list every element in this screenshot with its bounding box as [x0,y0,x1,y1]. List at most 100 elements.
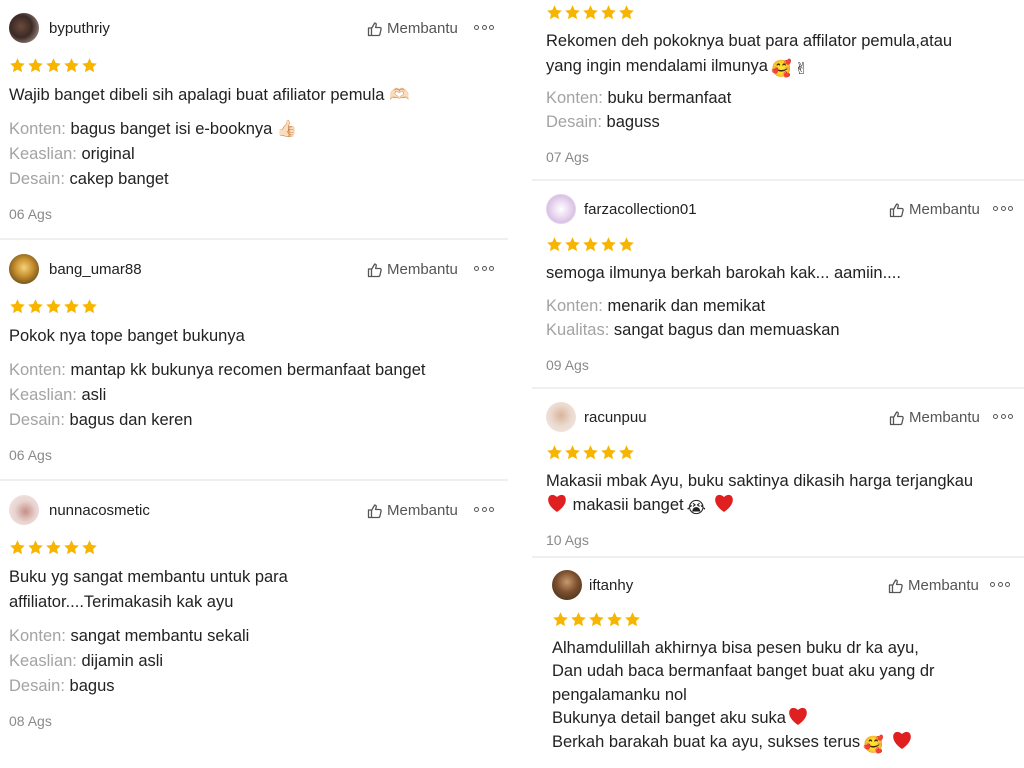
reviewer-username[interactable]: nunnacosmetic [49,502,150,519]
helpful-button[interactable]: Membantu [889,409,980,426]
star-icon [547,237,562,252]
review-attribute: Konten: sangat membantu sekali [9,624,249,648]
helpful-label: Membantu [387,261,458,278]
star-icon [601,445,616,460]
more-options-icon[interactable] [993,408,1013,424]
attribute-key: Desain: [9,677,65,695]
star-rating [546,236,635,253]
attribute-value: dijamin asli [81,652,164,670]
attribute-key: Desain: [546,113,602,131]
more-options-icon[interactable] [474,19,494,35]
star-icon [28,58,43,73]
star-rating [546,4,635,21]
review-text: Bukunya detail banget aku suka [552,706,809,733]
avatar[interactable] [546,194,576,224]
review-header: nunnacosmetic Membantu [0,495,508,539]
thumbs-up-icon [889,410,904,425]
star-icon [82,58,97,73]
reviewer-username[interactable]: farzacollection01 [584,201,697,218]
star-icon [64,299,79,314]
attribute-value: mantap kk bukunya recomen bermanfaat ban… [70,361,426,379]
star-icon [64,58,79,73]
review-date: 10 Ags [546,532,589,548]
avatar[interactable] [552,570,582,600]
attribute-value: buku bermanfaat [607,89,732,107]
review-attribute: Keaslian: original [9,142,135,166]
attribute-value: bagus dan keren [69,411,193,429]
star-icon [583,5,598,20]
star-icon [625,612,640,627]
attribute-value: menarik dan memikat [607,297,766,315]
review-header: iftanhy Membantu [532,570,1024,614]
star-icon [547,445,562,460]
helpful-button[interactable]: Membantu [888,577,979,594]
attribute-value: sangat bagus dan memuaskan [613,321,840,339]
reviewer-username[interactable]: iftanhy [589,577,633,594]
review-text-content: Bukunya detail banget aku suka [552,709,786,727]
star-rating [546,444,635,461]
helpful-button[interactable]: Membantu [367,20,458,37]
star-icon [46,540,61,555]
more-options-icon[interactable] [474,260,494,276]
reviewer-username[interactable]: bang_umar88 [49,261,142,278]
review-text: yang ingin mendalami ilmunya 🥰 ✌ [546,54,808,81]
attribute-key: Keaslian: [9,145,77,163]
more-options-icon[interactable] [993,200,1013,216]
star-icon [607,612,622,627]
heart-icon [787,706,809,733]
review-attribute: Keaslian: asli [9,383,106,407]
review-divider [532,179,1024,181]
attribute-value: baguss [606,113,660,131]
reviewer-username[interactable]: byputhriy [49,20,110,37]
avatar[interactable] [9,254,39,284]
avatar[interactable] [546,402,576,432]
attribute-value: bagus [69,677,115,695]
star-icon [28,299,43,314]
review-text: Alhamdulillah akhirnya bisa pesen buku d… [552,639,919,657]
helpful-button[interactable]: Membantu [367,261,458,278]
review-text-content: Berkah barakah buat ka ayu, sukses terus [552,733,861,751]
avatar[interactable] [9,13,39,43]
star-icon [589,612,604,627]
review-text-content: makasii banget [572,496,684,514]
review-text: semoga ilmunya berkah barokah kak... aam… [546,264,901,282]
crying-face-emoji: 😭 [686,499,706,517]
heart-icon [891,730,913,757]
review-text: makasii banget 😭 [546,493,735,520]
victory-hand-emoji: ✌ [794,60,809,78]
review-attribute: Konten: buku bermanfaat [546,86,731,110]
star-rating [9,57,98,74]
thumbs-up-icon [889,202,904,217]
heart-icon [713,493,735,520]
review-attribute: Konten: mantap kk bukunya recomen berman… [9,358,425,382]
helpful-button[interactable]: Membantu [367,502,458,519]
star-icon [565,237,580,252]
star-rating [9,539,98,556]
star-icon [601,5,616,20]
review-header: racunpuu Membantu [532,402,1024,446]
attribute-value: cakep banget [69,170,169,188]
review-attribute: Desain: bagus [9,674,115,698]
thumbs-up-icon [888,578,903,593]
avatar[interactable] [9,495,39,525]
more-options-icon[interactable] [990,576,1010,592]
star-icon [46,58,61,73]
star-icon [10,540,25,555]
star-icon [619,5,634,20]
star-icon [565,5,580,20]
more-options-icon[interactable] [474,501,494,517]
review-attribute: Desain: bagus dan keren [9,408,192,432]
star-rating [552,611,641,628]
reviewer-username[interactable]: racunpuu [584,409,647,426]
thumbs-up-icon [367,503,382,518]
review-header: byputhriy Membantu [0,13,508,57]
star-icon [553,612,568,627]
review-attribute: Desain: baguss [546,110,660,134]
helpful-button[interactable]: Membantu [889,201,980,218]
helpful-label: Membantu [387,502,458,519]
attribute-key: Desain: [9,170,65,188]
star-icon [46,299,61,314]
attribute-key: Konten: [546,297,603,315]
review-attribute: Desain: cakep banget [9,167,169,191]
attribute-key: Konten: [9,120,66,138]
